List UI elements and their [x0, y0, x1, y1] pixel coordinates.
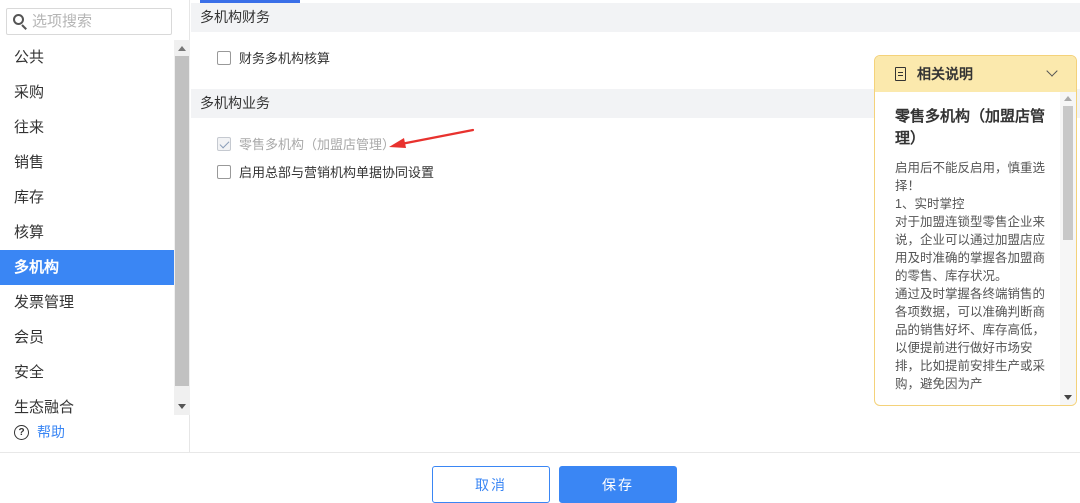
section-title-multi-org-finance: 多机构财务 — [191, 3, 1080, 32]
chevron-down-icon[interactable] — [1046, 65, 1058, 77]
checkbox-checked — [217, 136, 231, 151]
scrollbar-thumb[interactable] — [175, 56, 189, 386]
info-panel-heading: 零售多机构（加盟店管理） — [895, 108, 1046, 147]
info-paragraph: 启用后不能反启用，慎重选择！ — [895, 161, 1046, 193]
option-label: 财务多机构核算 — [239, 51, 331, 66]
sidebar-item-security[interactable]: 安全 — [0, 355, 174, 390]
option-hq-marketing-collab[interactable]: 启用总部与营销机构单据协同设置 — [217, 162, 434, 181]
sidebar-scrollbar[interactable] — [174, 40, 190, 415]
option-label: 零售多机构（加盟店管理） — [239, 137, 396, 152]
option-retail-multi-org: 零售多机构（加盟店管理） — [217, 134, 395, 153]
sidebar-item-inventory[interactable]: 库存 — [0, 180, 174, 215]
info-paragraph: 对于加盟连锁型零售企业来说，企业可以通过加盟店应用及时准确的掌握各加盟商的零售、… — [895, 215, 1046, 283]
checkbox[interactable] — [217, 50, 231, 65]
save-button[interactable]: 保存 — [559, 466, 677, 503]
scroll-down-icon[interactable] — [178, 404, 186, 409]
help-label: 帮助 — [37, 424, 65, 440]
annotation-arrow-icon — [389, 128, 475, 148]
info-panel-body: 零售多机构（加盟店管理） 启用后不能反启用，慎重选择！ 1、实时掌控 对于加盟连… — [875, 92, 1060, 405]
sidebar-item-ecosystem[interactable]: 生态融合 — [0, 390, 174, 425]
settings-window: 公共 采购 往来 销售 库存 核算 多机构 发票管理 会员 安全 生态融合 ? … — [0, 0, 1080, 503]
checkbox[interactable] — [217, 164, 231, 179]
scroll-down-icon[interactable] — [1064, 395, 1072, 400]
sidebar-item-member[interactable]: 会员 — [0, 320, 174, 355]
info-panel-title: 相关说明 — [917, 66, 973, 82]
document-icon — [895, 67, 906, 81]
help-icon: ? — [14, 424, 29, 440]
cancel-button[interactable]: 取消 — [432, 466, 550, 503]
footer-bar: 取消 保存 — [0, 452, 1080, 503]
search-box[interactable] — [6, 8, 172, 35]
scroll-up-icon[interactable] — [1064, 96, 1072, 101]
help-link[interactable]: ? 帮助 — [14, 422, 65, 442]
sidebar-item-public[interactable]: 公共 — [0, 40, 174, 75]
scrollbar-thumb[interactable] — [1063, 106, 1073, 240]
info-panel-header[interactable]: 相关说明 — [875, 56, 1076, 92]
info-paragraph: 通过及时掌握各终端销售的各项数据，可以准确判断商品的销售好坏、库存高低，以便提前… — [895, 287, 1046, 391]
info-paragraph: 1、实时掌控 — [895, 197, 965, 211]
sidebar-item-accounts[interactable]: 往来 — [0, 110, 174, 145]
option-label: 启用总部与营销机构单据协同设置 — [239, 165, 435, 180]
info-panel-text: 启用后不能反启用，慎重选择！ 1、实时掌控 对于加盟连锁型零售企业来说，企业可以… — [895, 159, 1050, 393]
info-panel: 相关说明 零售多机构（加盟店管理） 启用后不能反启用，慎重选择！ 1、实时掌控 … — [874, 55, 1077, 406]
sidebar-menu: 公共 采购 往来 销售 库存 核算 多机构 发票管理 会员 安全 生态融合 — [0, 40, 174, 425]
search-icon — [10, 11, 32, 33]
search-input[interactable] — [32, 13, 162, 30]
info-panel-scrollbar[interactable] — [1060, 92, 1076, 405]
sidebar-item-purchase[interactable]: 采购 — [0, 75, 174, 110]
sidebar-item-multi-org[interactable]: 多机构 — [0, 250, 174, 285]
sidebar-item-invoice[interactable]: 发票管理 — [0, 285, 174, 320]
scroll-up-icon[interactable] — [178, 46, 186, 51]
sidebar-item-sales[interactable]: 销售 — [0, 145, 174, 180]
option-finance-multi-org-accounting[interactable]: 财务多机构核算 — [217, 48, 330, 67]
sidebar-item-costing[interactable]: 核算 — [0, 215, 174, 250]
sidebar: 公共 采购 往来 销售 库存 核算 多机构 发票管理 会员 安全 生态融合 ? … — [0, 0, 190, 452]
